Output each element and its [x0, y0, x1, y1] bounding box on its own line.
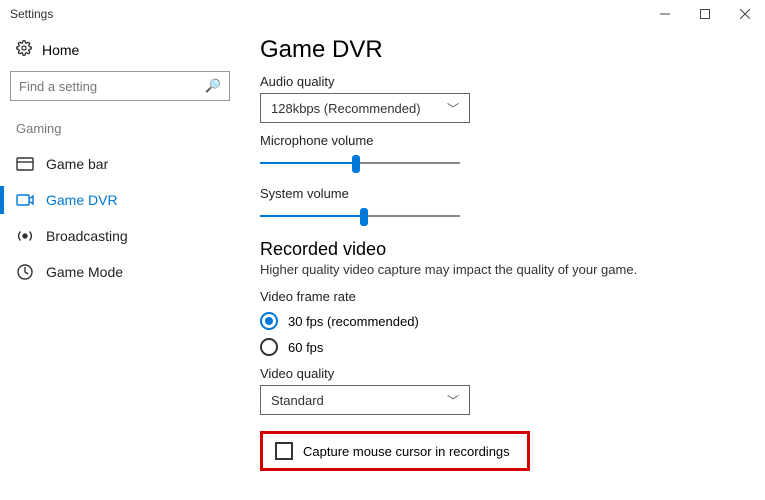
gear-icon — [16, 40, 32, 59]
audio-quality-value: 128kbps (Recommended) — [271, 101, 421, 116]
radio-icon — [260, 312, 278, 330]
slider-thumb[interactable] — [360, 208, 368, 226]
gamedvr-icon — [16, 191, 34, 209]
sidebar-item-game-mode[interactable]: Game Mode — [10, 254, 230, 290]
home-label: Home — [42, 42, 79, 58]
audio-quality-label: Audio quality — [260, 74, 741, 89]
recorded-video-title: Recorded video — [260, 239, 741, 260]
sidebar-item-game-dvr[interactable]: Game DVR — [10, 182, 230, 218]
sidebar-item-label: Game Mode — [46, 264, 123, 280]
checkbox-label: Capture mouse cursor in recordings — [303, 444, 510, 459]
video-quality-label: Video quality — [260, 366, 741, 381]
minimize-button[interactable] — [645, 0, 685, 28]
chevron-down-icon: ﹀ — [447, 392, 459, 409]
video-quality-value: Standard — [271, 393, 324, 408]
frame-rate-label: Video frame rate — [260, 289, 741, 304]
video-quality-select[interactable]: Standard ﹀ — [260, 385, 470, 415]
sidebar-item-label: Broadcasting — [46, 228, 128, 244]
mic-volume-slider[interactable] — [260, 152, 460, 174]
mic-volume-label: Microphone volume — [260, 133, 741, 148]
close-icon — [740, 9, 750, 19]
gamebar-icon — [16, 155, 34, 173]
frame-rate-option-60[interactable]: 60 fps — [260, 338, 741, 356]
category-label: Gaming — [10, 119, 230, 146]
audio-quality-select[interactable]: 128kbps (Recommended) ﹀ — [260, 93, 470, 123]
sidebar-item-label: Game DVR — [46, 192, 118, 208]
checkbox-icon — [275, 442, 293, 460]
sidebar-item-game-bar[interactable]: Game bar — [10, 146, 230, 182]
sidebar-item-label: Game bar — [46, 156, 108, 172]
gamemode-icon — [16, 263, 34, 281]
search-icon: 🔍 — [205, 78, 221, 94]
sys-volume-label: System volume — [260, 186, 741, 201]
frame-rate-option-30[interactable]: 30 fps (recommended) — [260, 312, 741, 330]
slider-thumb[interactable] — [352, 155, 360, 173]
close-button[interactable] — [725, 0, 765, 28]
page-title: Game DVR — [260, 36, 741, 64]
home-nav[interactable]: Home — [10, 36, 230, 63]
window-title: Settings — [10, 7, 53, 21]
maximize-button[interactable] — [685, 0, 725, 28]
search-box[interactable]: 🔍 — [10, 71, 230, 101]
sidebar-item-broadcasting[interactable]: Broadcasting — [10, 218, 230, 254]
chevron-down-icon: ﹀ — [447, 100, 459, 117]
radio-label: 60 fps — [288, 340, 323, 355]
recorded-video-desc: Higher quality video capture may impact … — [260, 262, 741, 277]
sys-volume-slider[interactable] — [260, 205, 460, 227]
maximize-icon — [700, 9, 710, 19]
minimize-icon — [660, 9, 670, 19]
search-input[interactable] — [19, 79, 205, 94]
highlight-annotation: Capture mouse cursor in recordings — [260, 431, 530, 471]
broadcasting-icon — [16, 227, 34, 245]
radio-label: 30 fps (recommended) — [288, 314, 419, 329]
radio-icon — [260, 338, 278, 356]
capture-cursor-checkbox[interactable]: Capture mouse cursor in recordings — [275, 442, 515, 460]
